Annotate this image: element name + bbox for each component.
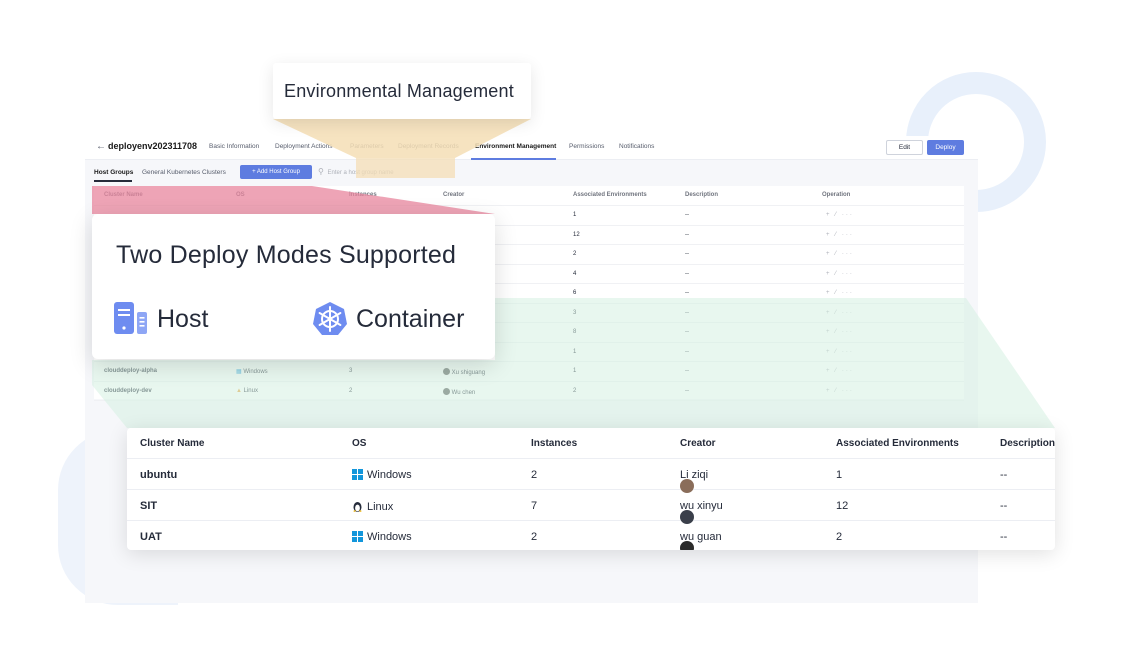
table-row[interactable]: UAT Windows 2 wu guan 2 --: [127, 521, 1055, 550]
container-mode-label: Container: [356, 305, 465, 333]
col-header-creator: Creator: [443, 192, 465, 198]
row-operations[interactable]: + ⁄ ···: [826, 310, 854, 316]
tab-basic-information[interactable]: Basic Information: [209, 143, 259, 150]
tab-parameters[interactable]: Parameters: [350, 143, 384, 150]
tab-deployment-actions[interactable]: Deployment Actions: [275, 143, 332, 150]
creator-cell: wu guan: [680, 531, 722, 550]
search-icon: ⚲: [318, 167, 324, 176]
avatar: [443, 387, 450, 395]
col-header-os: OS: [352, 438, 367, 449]
os-cell: ▲ Linux: [236, 387, 258, 394]
kubernetes-icon: [313, 302, 347, 335]
search-input[interactable]: ⚲ Enter a host group name: [318, 166, 408, 178]
row-operations[interactable]: + ⁄ ···: [826, 271, 854, 277]
row-operations[interactable]: + ⁄ ···: [826, 290, 854, 296]
col-header-instances: Instances: [349, 192, 377, 198]
row-operations[interactable]: + ⁄ ···: [826, 368, 854, 374]
tab-notifications[interactable]: Notifications: [619, 143, 654, 150]
col-header-cluster-name: Cluster Name: [104, 192, 143, 198]
deploy-modes-card: Two Deploy Modes Supported Host Containe…: [92, 214, 495, 359]
environment-callout: Environmental Management: [273, 63, 531, 119]
col-header-os: OS: [236, 192, 245, 198]
add-host-group-button[interactable]: + Add Host Group: [240, 165, 312, 179]
col-header-associated-environments: Associated Environments: [836, 438, 959, 449]
subtab-bar: Host Groups General Kubernetes Clusters …: [85, 160, 978, 184]
cluster-name: clouddeploy-alpha: [104, 368, 158, 374]
col-header-description: Description: [1000, 438, 1055, 449]
table-row[interactable]: SIT Linux 7 wu xinyu 12 --: [127, 490, 1055, 524]
tab-permissions[interactable]: Permissions: [569, 143, 604, 150]
row-operations[interactable]: + ⁄ ···: [826, 329, 854, 335]
os-cell: Windows: [352, 531, 412, 543]
environment-callout-title: Environmental Management: [284, 81, 514, 101]
cluster-name: clouddeploy-dev: [104, 387, 152, 394]
tab-environment-management[interactable]: Environment Management: [475, 143, 556, 150]
subtab-host-groups[interactable]: Host Groups: [94, 169, 133, 176]
table-row[interactable]: ubuntu Windows 2 Li ziqi 1 --: [127, 459, 1055, 493]
windows-icon: [352, 531, 363, 542]
os-cell: Windows: [352, 469, 412, 481]
row-operations[interactable]: + ⁄ ···: [826, 349, 854, 355]
project-name: deployenv202311708: [108, 141, 198, 151]
back-arrow-icon[interactable]: ←: [96, 141, 106, 152]
active-subtab-indicator: [94, 180, 132, 182]
col-header-creator: Creator: [680, 438, 716, 449]
col-header-instances: Instances: [531, 438, 578, 449]
cluster-name: SIT: [140, 500, 158, 512]
deploy-modes-title: Two Deploy Modes Supported: [116, 241, 457, 269]
os-cell: Linux: [352, 500, 393, 513]
creator-cell: Xu shiguang: [443, 368, 485, 376]
linux-icon: ▲: [236, 387, 242, 394]
col-header-operation: Operation: [822, 192, 851, 198]
creator-cell: Wu chen: [443, 387, 475, 396]
os-cell: ▦ Windows: [236, 369, 268, 375]
cluster-name: ubuntu: [140, 469, 178, 481]
cluster-name: UAT: [140, 531, 162, 543]
table-header-row: Cluster Name OS Instances Creator Associ…: [127, 428, 1055, 459]
table-row[interactable]: clouddeploy-dev ▲ Linux 2 Wu chen 2 -- +…: [94, 382, 964, 401]
subtab-kubernetes-clusters[interactable]: General Kubernetes Clusters: [142, 169, 226, 176]
host-server-icon: [114, 302, 147, 334]
avatar: [443, 368, 450, 375]
row-operations[interactable]: + ⁄ ···: [826, 232, 854, 238]
edit-button[interactable]: Edit: [886, 140, 923, 155]
app-header: ← deployenv202311708 Basic Information D…: [85, 136, 978, 160]
col-header-associated-environments: Associated Environments: [573, 192, 647, 198]
linux-icon: [353, 502, 362, 512]
deploy-button[interactable]: Deploy: [927, 140, 964, 155]
creator-cell: Li ziqi: [680, 469, 708, 493]
row-operations[interactable]: + ⁄ ···: [826, 388, 854, 394]
col-header-cluster-name: Cluster Name: [140, 438, 205, 449]
col-header-description: Description: [685, 192, 719, 198]
avatar: [680, 541, 694, 550]
tab-deployment-records[interactable]: Deployment Records: [398, 143, 459, 150]
creator-cell: wu xinyu: [680, 500, 723, 524]
windows-icon: ▦: [236, 369, 242, 375]
table-header-row: Cluster Name OS Instances Creator Associ…: [94, 186, 964, 206]
row-operations[interactable]: + ⁄ ···: [826, 212, 854, 218]
table-row[interactable]: clouddeploy-alpha ▦ Windows 3 Xu shiguan…: [94, 362, 964, 382]
cluster-table-zoomed: Cluster Name OS Instances Creator Associ…: [127, 428, 1055, 550]
search-placeholder: Enter a host group name: [327, 170, 394, 176]
host-mode-label: Host: [157, 305, 209, 333]
row-operations[interactable]: + ⁄ ···: [826, 251, 854, 257]
windows-icon: [352, 469, 363, 480]
